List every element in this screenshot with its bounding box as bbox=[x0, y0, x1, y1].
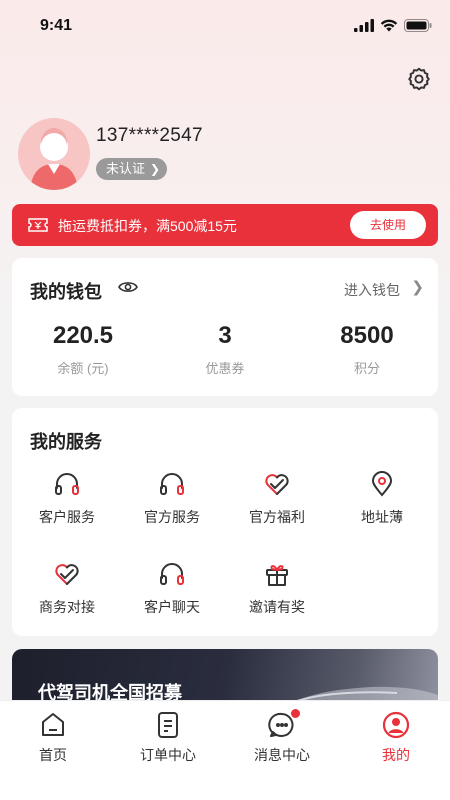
phone-number: 137****2547 bbox=[96, 125, 203, 146]
use-coupon-button[interactable]: 去使用 bbox=[350, 211, 426, 239]
wifi-icon bbox=[380, 19, 398, 37]
heart-check-icon bbox=[53, 560, 81, 588]
tab-messages[interactable]: 消息中心 bbox=[232, 708, 332, 765]
home-icon bbox=[39, 711, 67, 739]
verify-status-badge[interactable]: 未认证 ❯ bbox=[96, 158, 168, 180]
points-label: 积分 bbox=[353, 361, 380, 376]
gift-icon bbox=[263, 560, 291, 588]
tab-profile[interactable]: 我的 bbox=[346, 711, 446, 765]
service-label: 客户服务 bbox=[39, 509, 95, 525]
service-address-book[interactable]: 地址薄 bbox=[332, 470, 432, 527]
status-bar: 9:41 bbox=[0, 0, 450, 54]
points-value: 8500 bbox=[340, 322, 394, 349]
service-label: 客户聊天 bbox=[144, 599, 200, 615]
service-label: 商务对接 bbox=[39, 599, 95, 615]
service-official-service[interactable]: 官方服务 bbox=[122, 470, 222, 527]
service-business-docking[interactable]: 商务对接 bbox=[17, 560, 117, 617]
message-icon bbox=[268, 708, 301, 739]
location-pin-icon bbox=[368, 470, 396, 498]
balance-value: 220.5 bbox=[52, 322, 114, 349]
services-card: 我的服务 客户服务 官方服务 官方福利 地址薄 商务对接 客户聊天 邀请有奖 bbox=[12, 408, 438, 636]
profile-section: 137****2547 未认证 ❯ bbox=[18, 118, 438, 190]
tab-home[interactable]: 首页 bbox=[3, 711, 103, 765]
avatar[interactable] bbox=[18, 118, 90, 190]
tab-orders[interactable]: 订单中心 bbox=[118, 711, 218, 765]
order-icon bbox=[154, 711, 182, 739]
bottom-tab-bar: 首页 订单中心 消息中心 我的 bbox=[0, 700, 450, 800]
chevron-right-icon: ❯ bbox=[149, 162, 161, 176]
heart-check-icon bbox=[263, 470, 291, 498]
service-label: 官方服务 bbox=[144, 509, 200, 525]
chevron-right-icon[interactable]: ❯ bbox=[411, 278, 424, 296]
headset-icon bbox=[158, 470, 186, 498]
wallet-card: 我的钱包 进入钱包 ❯ 220.5 余额 (元) 3 优惠券 8500 积分 bbox=[12, 258, 438, 396]
wallet-balance[interactable]: 220.5 余额 (元) bbox=[12, 322, 154, 377]
gear-icon bbox=[408, 67, 430, 91]
coupon-banner[interactable]: 拖运费抵扣券，满500减15元 去使用 bbox=[12, 204, 438, 246]
eye-icon[interactable] bbox=[118, 279, 138, 300]
status-time: 9:41 bbox=[40, 17, 73, 34]
headset-icon bbox=[53, 470, 81, 498]
coupons-value: 3 bbox=[218, 322, 232, 349]
service-label: 地址薄 bbox=[361, 509, 403, 525]
unread-dot bbox=[290, 708, 301, 719]
wallet-title: 我的钱包 bbox=[30, 282, 102, 302]
settings-button[interactable] bbox=[406, 66, 432, 92]
signal-icon bbox=[354, 19, 374, 37]
wallet-points[interactable]: 8500 积分 bbox=[296, 322, 438, 377]
status-icons bbox=[354, 19, 432, 37]
service-official-benefits[interactable]: 官方福利 bbox=[227, 470, 327, 527]
tab-label: 我的 bbox=[382, 747, 410, 763]
services-title: 我的服务 bbox=[30, 432, 102, 452]
tab-label: 订单中心 bbox=[140, 747, 196, 763]
headset-icon bbox=[158, 560, 186, 588]
avatar-person-icon bbox=[30, 128, 78, 190]
service-invite-rewards[interactable]: 邀请有奖 bbox=[227, 560, 327, 617]
service-customer-chat[interactable]: 客户聊天 bbox=[122, 560, 222, 617]
coupon-text: 拖运费抵扣券，满500减15元 bbox=[58, 218, 237, 234]
service-label: 邀请有奖 bbox=[249, 599, 305, 615]
coupons-label: 优惠券 bbox=[205, 361, 245, 376]
tab-label: 首页 bbox=[39, 747, 67, 763]
battery-icon bbox=[404, 19, 432, 37]
enter-wallet-link[interactable]: 进入钱包 bbox=[344, 280, 400, 300]
service-customer-service[interactable]: 客户服务 bbox=[17, 470, 117, 527]
service-label: 官方福利 bbox=[249, 509, 305, 525]
wallet-coupons[interactable]: 3 优惠券 bbox=[154, 322, 296, 377]
profile-icon bbox=[382, 711, 410, 739]
ticket-icon bbox=[28, 217, 48, 238]
tab-label: 消息中心 bbox=[254, 747, 310, 763]
verify-status-label: 未认证 bbox=[106, 161, 146, 176]
balance-label: 余额 (元) bbox=[57, 361, 109, 376]
